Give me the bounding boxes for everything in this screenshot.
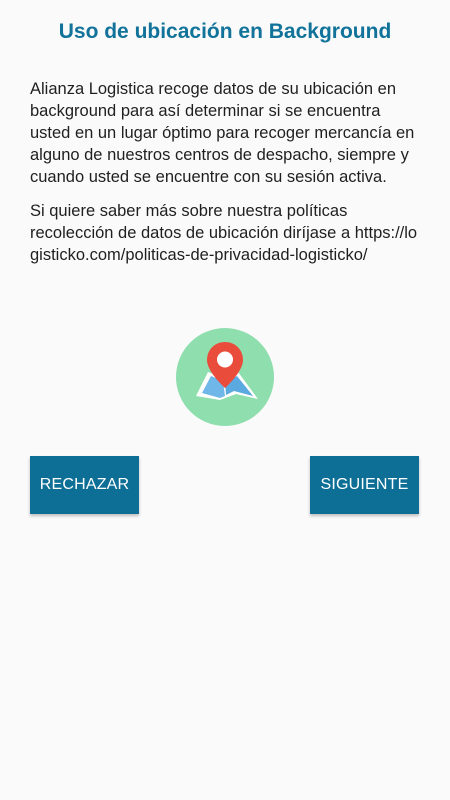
description-paragraph: Alianza Logistica recoge datos de su ubi… xyxy=(30,80,415,186)
policy-text: Si quiere saber más sobre nuestra políti… xyxy=(30,202,351,242)
page-title: Uso de ubicación en Background xyxy=(58,20,392,43)
policy-paragraph: Si quiere saber más sobre nuestra políti… xyxy=(30,200,425,266)
next-button[interactable]: SIGUIENTE xyxy=(310,456,419,514)
reject-button[interactable]: RECHAZAR xyxy=(30,456,139,514)
permission-description: Alianza Logistica recoge datos de su ubi… xyxy=(30,78,425,278)
map-pin-icon xyxy=(176,328,274,426)
